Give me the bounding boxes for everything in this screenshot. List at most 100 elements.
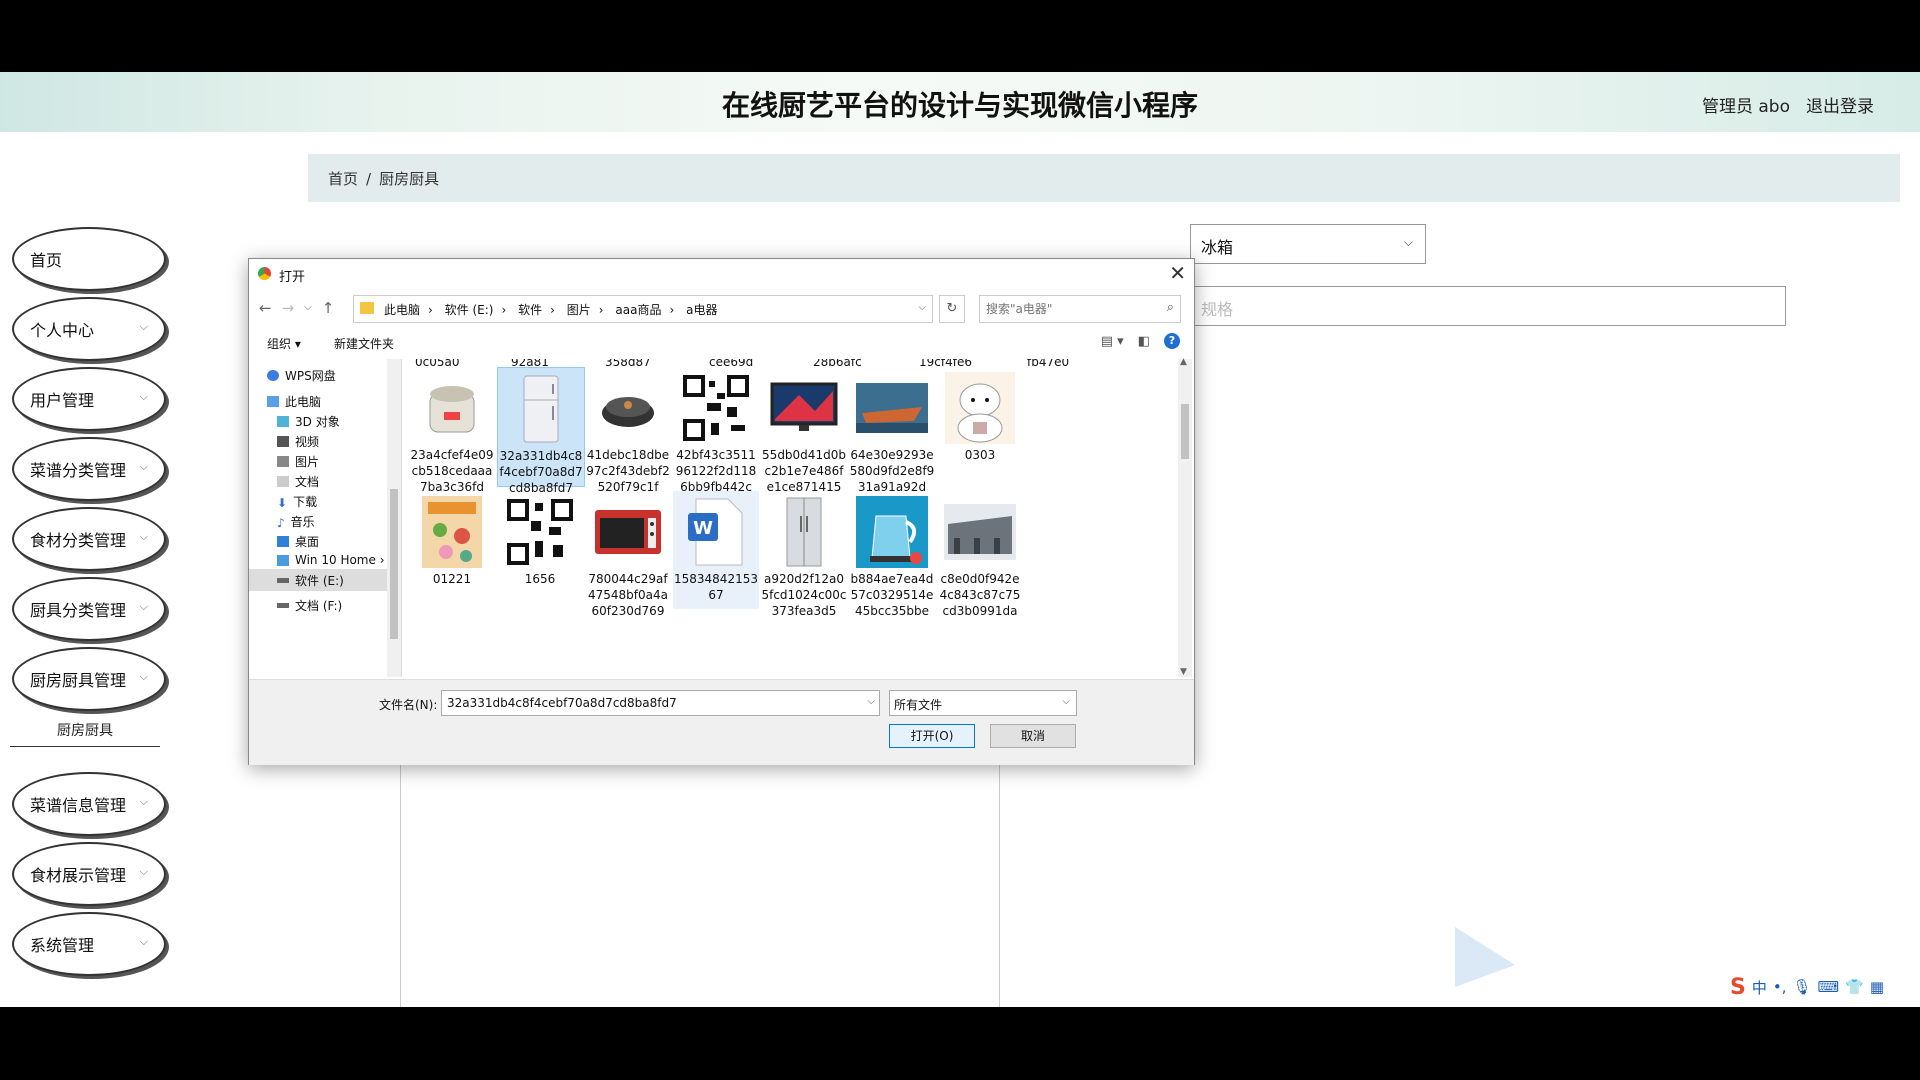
path-segment[interactable]: aaa商品 [615, 303, 661, 317]
cancel-button[interactable]: 取消 [990, 724, 1076, 748]
dialog-toolbar: 组织 ▾ 新建文件夹 ▤ ▾ ◧ ? [249, 329, 1194, 357]
nav-item-music[interactable]: ♪ 音乐 [277, 513, 315, 530]
nav-item-pictures[interactable]: 图片 [277, 453, 319, 470]
dialog-footer: 文件名(N): ⌵ 所有文件 ⌵ 打开(O) 取消 [249, 679, 1194, 765]
preview-pane-icon[interactable]: ◧ [1138, 334, 1150, 349]
file-item[interactable]: 64e30e9293e580d9fd2e8f931a91a92d [849, 367, 935, 494]
open-button[interactable]: 打开(O) [889, 724, 975, 748]
file-name-cut: fb47e0 [1027, 359, 1070, 369]
chevron-down-icon: ⌵ [139, 865, 148, 878]
chevron-down-icon: ⌵ [139, 460, 148, 473]
filename-input[interactable] [445, 694, 849, 712]
skin-icon[interactable]: 👕 [1845, 978, 1864, 996]
sidebar-item-label: 厨具分类管理 [30, 601, 127, 620]
file-item[interactable]: 42bf43c351196122f2d1186bb9fb442c [673, 367, 759, 494]
drive-icon [277, 603, 289, 608]
sidebar-item-system[interactable]: 系统管理 ⌵ [12, 912, 166, 976]
sidebar-item-ingredient-category[interactable]: 食材分类管理 ⌵ [12, 507, 166, 571]
path-segment[interactable]: 此电脑 [384, 303, 420, 317]
nav-scrollbar[interactable] [387, 359, 401, 677]
sogou-logo-icon[interactable]: S [1730, 975, 1746, 1000]
search-input[interactable] [984, 299, 1153, 319]
microphone-icon[interactable]: 🎙 [1793, 978, 1812, 996]
nav-item-downloads[interactable]: ⬇ 下载 [277, 493, 317, 510]
punctuation-icon[interactable]: •, [1773, 978, 1787, 996]
address-bar[interactable]: 此电脑 › 软件 (E:) › 软件 › 图片 › aaa商品 › a电器 ⌵ [353, 295, 933, 323]
nav-item-desktop[interactable]: 桌面 [277, 533, 319, 550]
sidebar-item-cookware-category[interactable]: 厨具分类管理 ⌵ [12, 577, 166, 641]
chevron-down-icon[interactable]: ⌵ [867, 696, 875, 707]
up-arrow-icon[interactable]: ↑ [322, 299, 335, 317]
breadcrumb-home[interactable]: 首页 [328, 170, 358, 188]
path-segment[interactable]: a电器 [686, 303, 717, 317]
fridge-icon [503, 372, 579, 446]
back-arrow-icon[interactable]: ← [259, 299, 272, 317]
file-item[interactable]: c8e0d0f942e4c843c87c75cd3b0991da [937, 491, 1023, 618]
file-item-dragging[interactable]: W 1583484215367 [673, 491, 759, 609]
file-item[interactable]: 01221 [409, 491, 495, 609]
nav-item-label: 3D 对象 [295, 415, 340, 429]
recent-chevron-icon[interactable]: ⌵ [304, 299, 312, 317]
path-segment[interactable]: 软件 [518, 303, 542, 317]
nav-item-win10-drive[interactable]: Win 10 Home › [277, 553, 385, 567]
file-item[interactable]: 1656 [497, 491, 583, 609]
filetype-select[interactable]: 所有文件 ⌵ [889, 690, 1077, 716]
breadcrumb-bar: 首页 / 厨房厨具 [308, 154, 1900, 202]
boat-icon [854, 371, 930, 445]
search-box[interactable]: ⌕ [979, 295, 1181, 323]
tv-icon [766, 371, 842, 445]
sidebar-item-recipe-info[interactable]: 菜谱信息管理 ⌵ [12, 772, 166, 836]
sidebar-item-ingredient-display[interactable]: 食材展示管理 ⌵ [12, 842, 166, 906]
file-item[interactable]: 41debc18dbe97c2f43debf2520f79c1f [585, 367, 671, 494]
sidebar-item-personal-center[interactable]: 个人中心 ⌵ [12, 297, 166, 361]
file-item-selected[interactable]: 32a331db4c8f4cebf70a8d7cd8ba8fd7 [497, 367, 585, 495]
keyboard-icon[interactable]: ⌨ [1818, 978, 1840, 996]
nav-item-documents[interactable]: 文档 [277, 473, 319, 490]
nav-item-drive-f[interactable]: 文档 (F:) [277, 597, 342, 614]
close-icon[interactable]: ✕ [1169, 261, 1186, 285]
nav-item-label: 此电脑 [285, 395, 322, 409]
path-segment[interactable]: 软件 (E:) [445, 303, 494, 317]
new-folder-button[interactable]: 新建文件夹 [334, 335, 394, 352]
file-item[interactable]: a920d2f12a05fcd1024c00c373fea3d5 [761, 491, 847, 618]
sidebar-item-recipe-category[interactable]: 菜谱分类管理 ⌵ [12, 437, 166, 501]
drive-icon [277, 577, 289, 583]
file-item[interactable]: 23a4cfef4e09cb518cedaaa7ba3c36fd [409, 367, 495, 494]
refresh-button[interactable]: ↻ [939, 295, 965, 323]
file-item[interactable]: 780044c29af47548bf0a4a60f230d769 [585, 491, 671, 618]
path-segment[interactable]: 图片 [567, 303, 591, 317]
file-item[interactable]: b884ae7ea4d57c0329514e45bcc35bbe [849, 491, 935, 618]
pan-icon [590, 371, 666, 445]
filename-combobox[interactable]: ⌵ [441, 690, 880, 716]
forward-arrow-icon[interactable]: → [282, 299, 295, 317]
nav-item-wps-cloud[interactable]: WPS网盘 [267, 367, 336, 384]
navigation-pane: WPS网盘 此电脑 3D 对象 视频 图片 文档 ⬇ 下载 ♪ 音乐 桌面 Win … [249, 359, 402, 677]
scroll-up-icon[interactable]: ▲ [1180, 357, 1187, 367]
file-item[interactable]: 0303 [937, 367, 1023, 485]
sidebar-item-kitchen-cookware[interactable]: 厨房厨具管理 ⌵ [12, 647, 166, 711]
app-screen: 在线厨艺平台的设计与实现微信小程序 管理员 abo 退出登录 首页 个人中心 ⌵ … [0, 72, 1920, 1007]
scroll-down-icon[interactable]: ▼ [1180, 667, 1187, 677]
nav-item-this-pc[interactable]: 此电脑 [267, 393, 321, 410]
sidebar-item-user-management[interactable]: 用户管理 ⌵ [12, 367, 166, 431]
sidebar-subitem-kitchen-cookware[interactable]: 厨房厨具 [10, 716, 160, 747]
nav-item-3d-objects[interactable]: 3D 对象 [277, 413, 340, 430]
nav-item-drive-e[interactable]: 软件 (E:) [249, 569, 387, 591]
scrollbar-thumb[interactable] [1181, 404, 1189, 459]
file-scrollbar[interactable]: ▲ ▼ [1178, 357, 1192, 677]
toolbox-icon[interactable]: ▦ [1870, 978, 1884, 996]
organize-button[interactable]: 组织 ▾ [267, 335, 301, 352]
sidebar-item-home[interactable]: 首页 [12, 227, 166, 291]
logout-link[interactable]: 退出登录 [1806, 92, 1874, 117]
page-title: 在线厨艺平台的设计与实现微信小程序 [721, 89, 1198, 122]
category-select[interactable]: 冰箱 ⌵ [1190, 224, 1426, 264]
view-mode-icon[interactable]: ▤ ▾ [1101, 334, 1124, 349]
scrollbar-thumb[interactable] [390, 489, 398, 639]
file-item[interactable]: 55db0d41d0bc2b1e7e486fe1ce871415 [761, 367, 847, 494]
ime-language[interactable]: 中 [1752, 977, 1767, 998]
help-icon[interactable]: ? [1164, 333, 1180, 349]
word-doc-icon: W [678, 495, 754, 569]
spec-input[interactable]: 规格 [1190, 286, 1786, 326]
chevron-down-icon[interactable]: ⌵ [918, 302, 926, 313]
nav-item-videos[interactable]: 视频 [277, 433, 319, 450]
